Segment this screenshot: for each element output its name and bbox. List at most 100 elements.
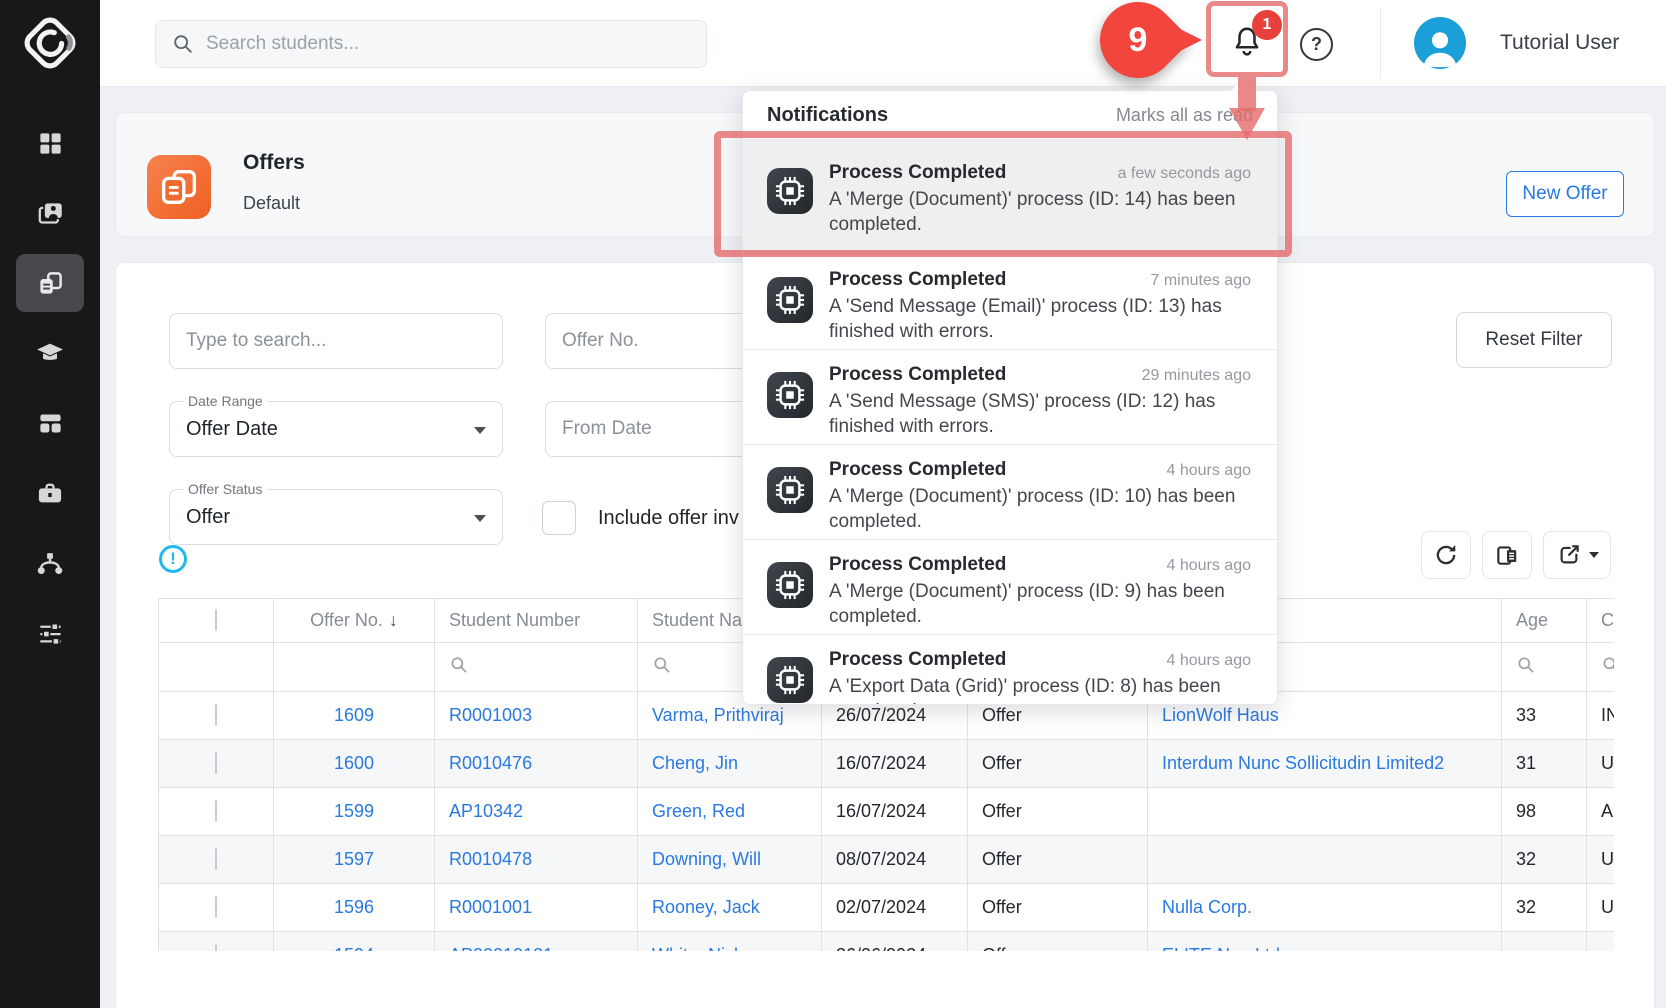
offer-no-link[interactable]: 1609 — [274, 692, 435, 740]
student-number-link[interactable]: R0010478 — [435, 836, 638, 884]
age-cell: 32 — [1502, 884, 1587, 932]
refresh-button[interactable] — [1421, 531, 1471, 579]
age-column-filter[interactable] — [1502, 643, 1587, 692]
tutorial-notification-highlight — [714, 131, 1292, 257]
offer-no-link[interactable]: 1597 — [274, 836, 435, 884]
sidebar-item-offers[interactable] — [0, 248, 100, 318]
date-range-select[interactable]: Date Range Offer Date — [169, 401, 503, 457]
row-checkbox[interactable] — [215, 704, 217, 726]
offer-no-link[interactable]: 1599 — [274, 788, 435, 836]
notification-item[interactable]: Process Completed29 minutes ago A 'Send … — [743, 349, 1277, 444]
student-name-link[interactable]: White, Nick — [638, 932, 822, 952]
notification-message: A 'Merge (Document)' process (ID: 9) has… — [829, 580, 1251, 629]
user-name[interactable]: Tutorial User — [1500, 0, 1619, 86]
student-number-link[interactable]: R0001001 — [435, 884, 638, 932]
country-cell: U — [1587, 740, 1615, 788]
student-number-link[interactable]: R0010476 — [435, 740, 638, 788]
company-link[interactable] — [1148, 836, 1502, 884]
student-name-link[interactable]: Downing, Will — [638, 836, 822, 884]
offer-no-column-filter[interactable] — [274, 643, 435, 692]
offer-status-select[interactable]: Offer Status Offer — [169, 489, 503, 545]
country-cell — [1587, 932, 1615, 952]
row-checkbox[interactable] — [215, 896, 217, 918]
user-icon — [1417, 23, 1463, 69]
offer-date-cell: 08/07/2024 — [822, 836, 968, 884]
columns-button[interactable] — [1482, 531, 1532, 579]
sidebar-item-jobs[interactable] — [0, 458, 100, 528]
date-range-value: Offer Date — [186, 402, 278, 456]
export-button[interactable] — [1543, 531, 1611, 579]
column-header-country[interactable]: C — [1587, 599, 1615, 643]
offer-no-link[interactable]: 1594 — [274, 932, 435, 952]
graduation-cap-icon — [16, 324, 84, 382]
logo-icon — [19, 12, 81, 74]
sidebar-item-layout[interactable] — [0, 388, 100, 458]
company-link[interactable]: Interdum Nunc Sollicitudin Limited2 — [1148, 740, 1502, 788]
tutorial-callout-arrow-icon — [1172, 25, 1202, 55]
table-row: 1594 AP00010121 White, Nick 26/06/2024 O… — [159, 932, 1615, 952]
info-icon[interactable]: ! — [159, 545, 187, 573]
notification-item[interactable]: Process Completed4 hours ago A 'Export D… — [743, 634, 1277, 705]
company-link[interactable] — [1148, 788, 1502, 836]
company-link[interactable]: ELITE Non Ltd — [1148, 932, 1502, 952]
country-column-filter[interactable] — [1587, 643, 1615, 692]
sidebar-item-settings[interactable] — [0, 598, 100, 668]
notification-item[interactable]: Process Completed4 hours ago A 'Merge (D… — [743, 444, 1277, 539]
reset-filter-button[interactable]: Reset Filter — [1456, 312, 1612, 368]
new-offer-button[interactable]: New Offer — [1506, 171, 1624, 217]
select-all-checkbox[interactable] — [215, 609, 217, 631]
sidebar-item-education[interactable] — [0, 318, 100, 388]
student-number-link[interactable]: AP10342 — [435, 788, 638, 836]
app-logo[interactable] — [0, 0, 100, 86]
app-window: 1 ? Tutorial User Offers Default New Off… — [0, 0, 1666, 1008]
company-link[interactable]: Nulla Corp. — [1148, 884, 1502, 932]
column-header-offer-no[interactable]: Offer No.↓ — [274, 599, 435, 643]
notification-title: Process Completed — [829, 364, 1006, 386]
students-card-icon — [16, 184, 84, 242]
column-header-age[interactable]: Age — [1502, 599, 1587, 643]
tutorial-bell-highlight — [1206, 1, 1288, 77]
sidebar-item-workflows[interactable] — [0, 528, 100, 598]
sidebar-item-students[interactable] — [0, 178, 100, 248]
tutorial-down-arrow-icon — [1238, 77, 1256, 111]
notification-time: 4 hours ago — [1166, 462, 1251, 480]
search-icon — [172, 33, 194, 55]
offer-date-cell: 26/06/2024 — [822, 932, 968, 952]
row-checkbox[interactable] — [215, 752, 217, 774]
notification-item[interactable]: Process Completed4 hours ago A 'Merge (D… — [743, 539, 1277, 634]
student-number-link[interactable]: AP00010121 — [435, 932, 638, 952]
help-button[interactable]: ? — [1300, 28, 1333, 61]
notification-time: 4 hours ago — [1166, 557, 1251, 575]
student-name-link[interactable]: Green, Red — [638, 788, 822, 836]
search-students-input[interactable] — [194, 33, 706, 55]
age-cell: 31 — [1502, 740, 1587, 788]
offers-icon — [16, 254, 84, 312]
help-label: ? — [1311, 34, 1322, 55]
sidebar-item-dashboard[interactable] — [0, 108, 100, 178]
table-row: 1596 R0001001 Rooney, Jack 02/07/2024 Of… — [159, 884, 1615, 932]
include-offer-checkbox[interactable] — [542, 501, 576, 535]
chevron-down-icon — [474, 515, 486, 522]
offers-page-icon — [147, 155, 211, 219]
include-offer-label: Include offer inv — [598, 501, 739, 535]
search-icon — [1516, 655, 1536, 675]
type-to-search-input[interactable] — [169, 313, 503, 369]
avatar[interactable] — [1414, 17, 1466, 69]
row-checkbox[interactable] — [215, 800, 217, 822]
offer-no-link[interactable]: 1596 — [274, 884, 435, 932]
offer-no-header-label: Offer No. — [310, 610, 383, 630]
table-row: 1599 AP10342 Green, Red 16/07/2024 Offer… — [159, 788, 1615, 836]
search-icon — [1601, 655, 1614, 675]
row-checkbox[interactable] — [215, 944, 217, 951]
offer-no-link[interactable]: 1600 — [274, 740, 435, 788]
student-name-link[interactable]: Rooney, Jack — [638, 884, 822, 932]
age-cell: 32 — [1502, 836, 1587, 884]
student-name-link[interactable]: Cheng, Jin — [638, 740, 822, 788]
row-checkbox[interactable] — [215, 848, 217, 870]
notification-time: 7 minutes ago — [1150, 272, 1251, 290]
notification-message: A 'Send Message (SMS)' process (ID: 12) … — [829, 390, 1251, 439]
student-number-column-filter[interactable] — [435, 643, 638, 692]
student-number-link[interactable]: R0001003 — [435, 692, 638, 740]
notification-item[interactable]: Process Completed7 minutes ago A 'Send M… — [743, 254, 1277, 349]
column-header-student-number[interactable]: Student Number — [435, 599, 638, 643]
